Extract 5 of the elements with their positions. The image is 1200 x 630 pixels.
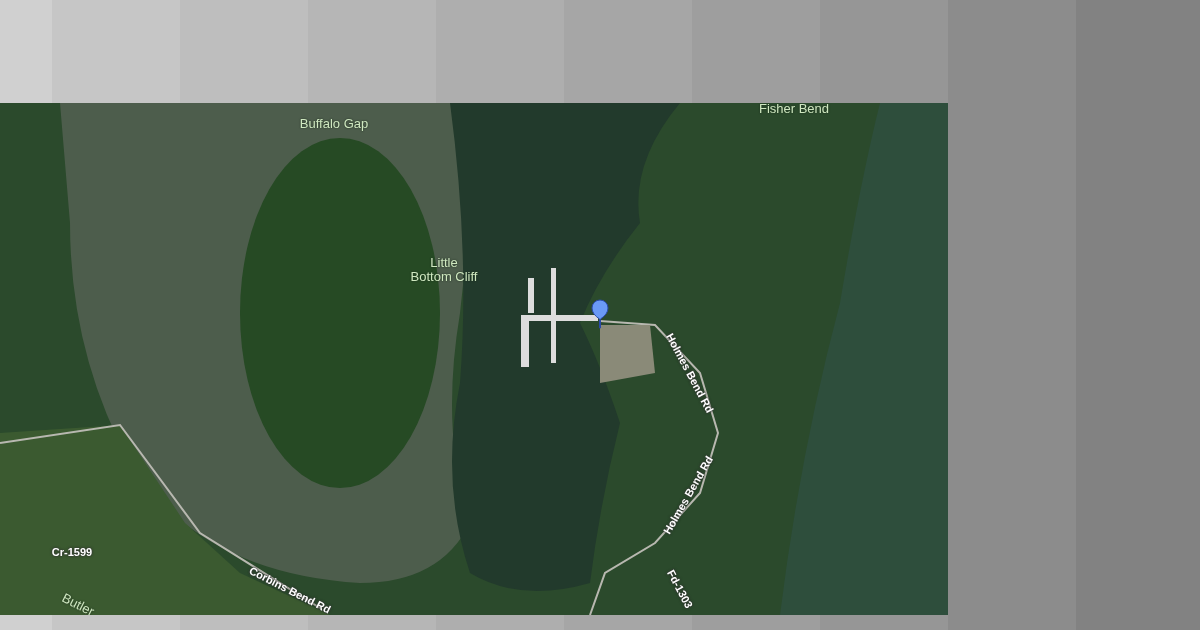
map-pin-icon[interactable] — [591, 299, 609, 329]
place-label: Buffalo Gap — [299, 116, 369, 132]
road-label: Cr-1599 — [51, 545, 93, 559]
place-label: Little Bottom Cliff — [410, 255, 478, 285]
place-label: Fisher Bend — [758, 103, 830, 117]
